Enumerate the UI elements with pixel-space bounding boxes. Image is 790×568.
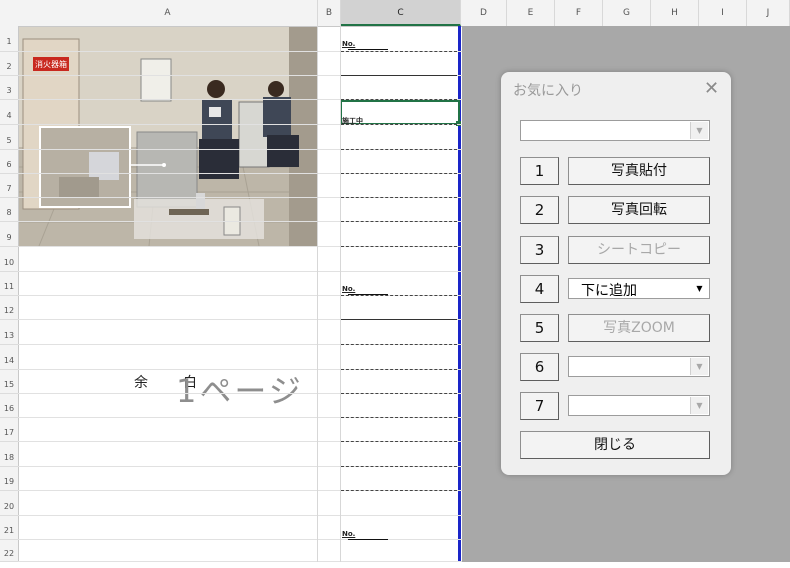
cell-dotted-line	[341, 295, 457, 296]
row-header-2[interactable]: 2	[0, 52, 18, 76]
row-header-bar: 1 2 3 4 5 6 7 8 9 10 11 12 13 14 15 16 17 18 19 20 21 22	[0, 26, 19, 562]
cell-dotted-line	[341, 124, 457, 125]
cell-no-underline	[348, 539, 388, 540]
row-header-3[interactable]: 3	[0, 76, 18, 100]
close-icon[interactable]: ✕	[704, 78, 719, 99]
chevron-down-icon[interactable]: ▼	[690, 397, 708, 414]
macro-action-button-2[interactable]: 写真回転	[568, 196, 710, 224]
macro-number-button-7[interactable]: 7	[520, 392, 559, 420]
cell-dotted-line	[341, 173, 457, 174]
cell-no-label: No.	[342, 530, 356, 538]
chevron-down-icon[interactable]: ▼	[691, 280, 708, 297]
column-header-e[interactable]: E	[507, 0, 555, 26]
chevron-down-icon[interactable]: ▼	[690, 122, 708, 139]
close-dialog-button[interactable]: 閉じる	[520, 431, 710, 459]
column-header-d[interactable]: D	[461, 0, 507, 26]
column-header-bar: A B C D E F G H I J	[0, 0, 790, 27]
row-header-15[interactable]: 15	[0, 370, 18, 394]
row-header-4[interactable]: 4	[0, 100, 18, 125]
row-header-19[interactable]: 19	[0, 467, 18, 491]
fire-sign-text: 消火器箱	[35, 59, 67, 69]
macro-number-button-1[interactable]: 1	[520, 157, 559, 185]
row-header-21[interactable]: 21	[0, 516, 18, 540]
dialog-title: お気に入り	[513, 83, 583, 99]
inspection-photo[interactable]: 消火器箱	[19, 27, 317, 246]
macro-number-button-4[interactable]: 4	[520, 275, 559, 303]
macro-action-button-5[interactable]: 写真ZOOM	[568, 314, 710, 342]
blank-label-char-1: 余	[134, 375, 148, 391]
cell-dotted-line	[341, 490, 457, 491]
grid-row-line	[18, 271, 462, 272]
column-header-i[interactable]: I	[699, 0, 747, 26]
macro-number-button-3[interactable]: 3	[520, 236, 559, 264]
grid-column-line	[317, 26, 318, 562]
inspection-photo-image: 消火器箱	[19, 27, 317, 246]
cell-no-label: No.	[342, 40, 356, 48]
row-header-9[interactable]: 9	[0, 222, 18, 247]
chevron-down-icon[interactable]: ▼	[690, 358, 708, 375]
row-header-7[interactable]: 7	[0, 174, 18, 198]
macro-action-button-1[interactable]: 写真貼付	[568, 157, 710, 185]
cell-dotted-line	[341, 51, 457, 52]
row-header-6[interactable]: 6	[0, 150, 18, 174]
cell-no-underline	[348, 49, 388, 50]
row-header-10[interactable]: 10	[0, 247, 18, 272]
cell-dotted-line	[341, 369, 457, 370]
cell-dotted-line	[341, 441, 457, 442]
macro-combo-value-4: 下に追加	[581, 283, 637, 299]
row-header-22[interactable]: 22	[0, 540, 18, 562]
cell-dotted-line	[341, 466, 457, 467]
cell-dotted-line	[341, 221, 457, 222]
row-header-12[interactable]: 12	[0, 296, 18, 320]
macro-combo-7[interactable]: ▼	[568, 395, 710, 416]
macro-combo-4[interactable]: 下に追加 ▼	[568, 278, 710, 299]
row-header-18[interactable]: 18	[0, 442, 18, 467]
favorites-top-combo[interactable]: ▼	[520, 120, 710, 141]
row-header-16[interactable]: 16	[0, 394, 18, 418]
grid-row-line	[18, 539, 462, 540]
cell-dotted-line	[341, 246, 457, 247]
row-header-20[interactable]: 20	[0, 491, 18, 516]
macro-number-button-2[interactable]: 2	[520, 196, 559, 224]
column-header-c[interactable]: C	[341, 0, 461, 26]
cell-no-label: No.	[342, 285, 356, 293]
cell-dotted-line	[341, 197, 457, 198]
cell-solid-line	[341, 75, 457, 76]
cell-solid-line	[341, 319, 457, 320]
cell-dotted-line	[341, 344, 457, 345]
row-header-11[interactable]: 11	[0, 272, 18, 296]
column-header-h[interactable]: H	[651, 0, 699, 26]
page-number-watermark: 1ページ	[176, 372, 304, 410]
row-header-13[interactable]: 13	[0, 320, 18, 345]
column-header-f[interactable]: F	[555, 0, 603, 26]
row-header-14[interactable]: 14	[0, 345, 18, 370]
grid-row-line	[18, 515, 462, 516]
macro-action-button-3[interactable]: シートコピー	[568, 236, 710, 264]
row-header-1[interactable]: 1	[0, 26, 18, 52]
column-header-j[interactable]: J	[747, 0, 790, 26]
macro-number-button-5[interactable]: 5	[520, 314, 559, 342]
cell-dotted-line	[341, 149, 457, 150]
row-header-8[interactable]: 8	[0, 198, 18, 222]
cell-dotted-line	[341, 417, 457, 418]
row-header-17[interactable]: 17	[0, 418, 18, 442]
macro-combo-6[interactable]: ▼	[568, 356, 710, 377]
favorites-dialog: お気に入り ✕ ▼ 1 写真貼付 2 写真回転 3 シートコピー 4 下に追加 ▼ 5 写真ZOOM…	[501, 72, 731, 475]
macro-number-button-6[interactable]: 6	[520, 353, 559, 381]
cell-dotted-line	[341, 99, 457, 100]
grid-column-line	[340, 26, 341, 562]
column-header-b[interactable]: B	[318, 0, 341, 26]
cell-dotted-line	[341, 393, 457, 394]
column-header-g[interactable]: G	[603, 0, 651, 26]
column-header-a[interactable]: A	[18, 0, 318, 26]
row-header-5[interactable]: 5	[0, 125, 18, 150]
